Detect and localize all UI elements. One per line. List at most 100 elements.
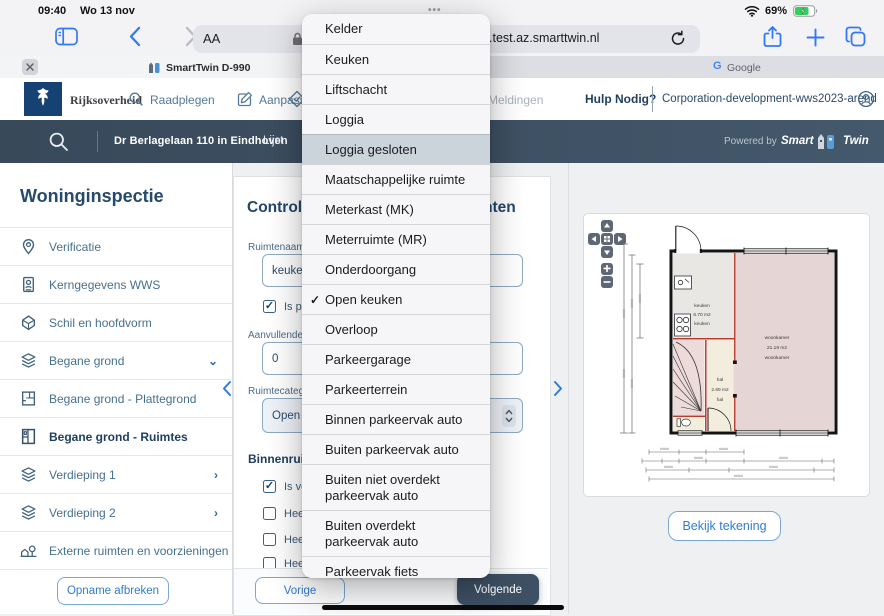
close-tab-icon[interactable]: [22, 59, 38, 75]
pencil-icon: [237, 91, 253, 107]
menu-item[interactable]: ✓Buiten niet overdekt parkeervak auto: [302, 464, 490, 510]
menu-item[interactable]: ✓Parkeerterrein: [302, 374, 490, 404]
menu-item-label: Buiten parkeervak auto: [325, 442, 459, 457]
chevron-right-icon: ›: [214, 506, 218, 520]
previous-button[interactable]: Vorige: [255, 577, 345, 604]
menu-item[interactable]: ✓Keuken: [302, 44, 490, 74]
floor-plan-card: keuken 6.70 m2 keuken woonkamer 21.19 m2…: [583, 213, 870, 497]
status-date: Wo 13 nov: [80, 5, 135, 17]
nav-meldingen[interactable]: Meldingen: [488, 93, 543, 107]
sidebar-item-verdieping-1[interactable]: Verdieping 1 ›: [0, 456, 232, 494]
layers-icon: [20, 466, 37, 483]
checkbox-icon[interactable]: [263, 507, 276, 520]
layers-icon: [20, 504, 37, 521]
sidebar-item-verdieping-2[interactable]: Verdieping 2 ›: [0, 494, 232, 532]
menu-item-label: Liftschacht: [325, 82, 387, 97]
battery-icon: [793, 5, 818, 17]
powered-by-label: Powered by: [724, 136, 777, 147]
menu-item[interactable]: ✓Liftschacht: [302, 74, 490, 104]
sidebar-item-begane-grond[interactable]: Begane grond ⌄: [0, 342, 232, 380]
room-name-label: Ruimtenaam: [248, 242, 305, 253]
tab-google[interactable]: Google: [727, 62, 761, 74]
menu-item-label: Binnen parkeervak auto: [325, 412, 462, 427]
sidebar-item-schil[interactable]: Schil en hoofdvorm: [0, 304, 232, 342]
sidebar-toggle-icon[interactable]: [55, 27, 78, 46]
account-name[interactable]: Corporation-development-wws2023-arend: [662, 93, 877, 105]
property-address: Dr Berlagelaan 110 in Eindhoven: [114, 135, 288, 147]
menu-item[interactable]: ✓Loggia: [302, 104, 490, 134]
reader-button[interactable]: AA: [203, 31, 220, 46]
sidebar-item-verificatie[interactable]: Verificatie: [0, 227, 232, 266]
tab-title[interactable]: SmartTwin D-990: [166, 62, 250, 74]
menu-item-label: Loggia: [325, 112, 364, 127]
room-label: woonkamer: [765, 335, 790, 341]
sidebar-item-label: Kerngegevens WWS: [49, 278, 160, 292]
expand-panel-icon[interactable]: [553, 380, 564, 397]
menu-item-label: Kelder: [325, 21, 363, 36]
sidebar-item-label: Schil en hoofdvorm: [49, 316, 152, 330]
reload-icon[interactable]: [670, 30, 686, 47]
checkbox-icon[interactable]: [263, 533, 276, 546]
sidebar-title: Woninginspectie: [20, 186, 232, 207]
back-button-icon[interactable]: [128, 26, 141, 47]
new-tab-icon[interactable]: [806, 28, 825, 47]
home-indicator[interactable]: [322, 605, 564, 610]
menu-item-label: Buiten overdekt parkeervak auto: [325, 518, 418, 549]
share-icon[interactable]: [763, 25, 782, 49]
magnifier-icon: [128, 91, 144, 107]
sidebar-item-externe-ruimten[interactable]: Externe ruimten en voorzieningen: [0, 532, 232, 570]
menu-item[interactable]: ✓Meterkast (MK): [302, 194, 490, 224]
chevron-down-icon: ⌄: [208, 354, 218, 368]
menu-item[interactable]: ✓Kelder: [302, 14, 490, 44]
person-circle-icon[interactable]: [857, 90, 875, 108]
next-button[interactable]: Volgende: [457, 574, 539, 605]
menu-item[interactable]: ✓Buiten overdekt parkeervak auto: [302, 510, 490, 556]
room-label: hal: [717, 377, 723, 383]
collapse-sidebar-icon[interactable]: [221, 380, 232, 397]
header-divider: [97, 131, 98, 152]
menu-item[interactable]: ✓Parkeergarage: [302, 344, 490, 374]
url-text[interactable]: .test.az.smarttwin.nl: [489, 31, 599, 45]
menu-item[interactable]: ✓Buiten parkeervak auto: [302, 434, 490, 464]
menu-item-highlighted[interactable]: ✓Loggia gesloten: [302, 134, 490, 164]
header-lijst-link[interactable]: Lijst: [263, 135, 283, 147]
menu-item-label: Open keuken: [325, 292, 402, 307]
sidebar-item-label: Begane grond - Plattegrond: [49, 392, 196, 406]
abort-inspection-button[interactable]: Opname afbreken: [57, 577, 169, 605]
select-stepper-icon[interactable]: [502, 405, 516, 427]
nav-divider: [652, 86, 653, 112]
sidebar-item-ruimtes[interactable]: Begane grond - Ruimtes: [0, 418, 232, 456]
menu-item-label: Parkeervak fiets: [325, 564, 418, 578]
room-label: keuken: [694, 321, 710, 327]
rijksoverheid-logo: [24, 82, 62, 116]
sidebar-item-label: Begane grond - Ruimtes: [49, 430, 188, 444]
tabs-overview-icon[interactable]: [845, 26, 867, 48]
menu-item-selected[interactable]: ✓ Open keuken: [302, 284, 490, 314]
header-search-icon[interactable]: [48, 131, 69, 152]
chevron-right-icon: ›: [214, 468, 218, 482]
menu-item[interactable]: ✓Overloop: [302, 314, 490, 344]
sidebar-item-label: Verificatie: [49, 240, 101, 254]
smarttwin-favicon: [148, 61, 161, 73]
menu-item[interactable]: ✓Maatschappelijke ruimte: [302, 164, 490, 194]
sidebar-item-label: Externe ruimten en voorzieningen: [49, 544, 228, 558]
menu-item[interactable]: ✓Meterruimte (MR): [302, 224, 490, 254]
checkbox-checked-icon[interactable]: ✓: [263, 300, 276, 313]
id-card-icon: [20, 276, 37, 293]
menu-item-label: Onderdoorgang: [325, 262, 416, 277]
menu-item-label: Overloop: [325, 322, 378, 337]
checkbox-checked-icon[interactable]: ✓: [263, 480, 276, 493]
nav-raadplegen[interactable]: Raadplegen: [150, 93, 215, 107]
menu-item[interactable]: ✓Parkeervak fiets: [302, 556, 490, 578]
checkmark-icon: ✓: [310, 292, 320, 308]
sidebar-item-plattegrond[interactable]: Begane grond - Plattegrond: [0, 380, 232, 418]
sidebar-item-label: Verdieping 1: [49, 468, 116, 482]
nav-hulp-nodig[interactable]: Hulp Nodig?: [585, 92, 656, 106]
menu-item[interactable]: ✓Binnen parkeervak auto: [302, 404, 490, 434]
view-drawing-button[interactable]: Bekijk tekening: [668, 511, 781, 541]
menu-item-label: Keuken: [325, 52, 369, 67]
menu-item[interactable]: ✓Onderdoorgang: [302, 254, 490, 284]
sidebar-item-kerngegevens[interactable]: Kerngegevens WWS: [0, 266, 232, 304]
floor-plan-svg[interactable]: keuken 6.70 m2 keuken woonkamer 21.19 m2…: [584, 214, 869, 496]
entrance-opening: [675, 249, 701, 254]
